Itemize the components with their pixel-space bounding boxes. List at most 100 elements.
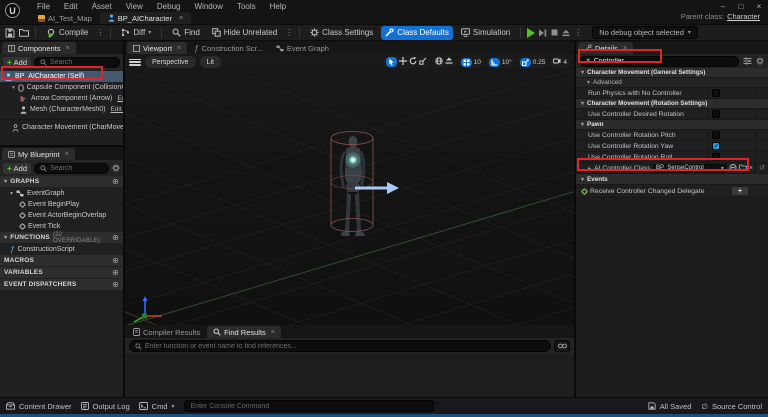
- lit-dropdown[interactable]: Lit: [200, 56, 221, 68]
- components-search-input[interactable]: [50, 59, 114, 66]
- console-command-input[interactable]: [184, 400, 434, 412]
- close-tab-icon[interactable]: ×: [177, 45, 181, 52]
- component-item-mesh[interactable]: Mesh (CharacterMesh0) Edit in C++: [0, 104, 123, 115]
- asset-tab-level-map[interactable]: AI_Test_Map: [30, 12, 100, 24]
- reset-to-default-icon[interactable]: ↺: [755, 163, 768, 173]
- section-char-movement-general[interactable]: ▾ Character Movement (General Settings): [576, 68, 768, 78]
- rotate-tool-icon[interactable]: [409, 57, 417, 67]
- add-graph-icon[interactable]: ⊕: [112, 177, 119, 186]
- details-settings-gear-icon[interactable]: [756, 57, 764, 65]
- component-item-char-movement[interactable]: Character Movement (CharMoveComp): [0, 122, 123, 133]
- frame-skip-icon[interactable]: [539, 29, 547, 37]
- scale-snap-control[interactable]: 0.25: [517, 56, 549, 68]
- menu-tools[interactable]: Tools: [230, 2, 263, 11]
- close-tab-icon[interactable]: ×: [271, 329, 275, 336]
- clear-search-icon[interactable]: ×: [586, 57, 591, 65]
- close-tab-icon[interactable]: ×: [66, 45, 70, 52]
- scale-tool-icon[interactable]: [419, 57, 427, 67]
- simulation-button[interactable]: Simulation: [457, 26, 514, 40]
- find-references-search[interactable]: [129, 340, 551, 352]
- menu-view[interactable]: View: [119, 2, 150, 11]
- play-options-icon[interactable]: ⋮: [574, 28, 582, 37]
- add-dispatcher-icon[interactable]: ⊕: [112, 280, 119, 289]
- diff-button[interactable]: Diff ▾: [117, 26, 155, 40]
- select-tool-icon[interactable]: [386, 57, 397, 67]
- view-options-icon[interactable]: [743, 57, 752, 65]
- asset-tab-blueprint[interactable]: BP_AICharacter ×: [100, 12, 191, 24]
- add-variable-icon[interactable]: ⊕: [112, 268, 119, 277]
- viewport-menu-icon[interactable]: [129, 58, 141, 67]
- component-item-capsule[interactable]: ▾ Capsule Component (CollisionCylinder): [0, 82, 123, 93]
- rotation-yaw-checkbox[interactable]: [712, 142, 720, 150]
- menu-edit[interactable]: Edit: [57, 2, 85, 11]
- event-actor-begin-overlap-item[interactable]: Event ActorBeginOverlap: [0, 210, 123, 221]
- event-graph-item[interactable]: ▾ EventGraph: [0, 188, 123, 199]
- compile-options-icon[interactable]: ⋮: [96, 28, 104, 37]
- cmd-dropdown[interactable]: Cmd ▾: [139, 402, 175, 411]
- tab-components[interactable]: Components ×: [2, 42, 76, 54]
- tab-details[interactable]: Details ×: [578, 42, 633, 54]
- close-tab-icon[interactable]: ×: [65, 151, 69, 158]
- tab-compiler-results[interactable]: Compiler Results: [127, 326, 206, 338]
- find-in-blueprints-button[interactable]: [554, 340, 570, 352]
- add-component-button[interactable]: + Add: [3, 57, 31, 68]
- add-blueprint-item-button[interactable]: + Add: [3, 163, 31, 174]
- tab-find-results[interactable]: Find Results ×: [207, 326, 281, 338]
- world-space-icon[interactable]: [435, 57, 443, 67]
- section-pawn[interactable]: ▾ Pawn: [576, 120, 768, 130]
- maximize-icon[interactable]: □: [732, 2, 750, 11]
- hide-unrelated-button[interactable]: Hide Unrelated: [208, 26, 281, 40]
- add-delegate-button[interactable]: +: [732, 187, 748, 195]
- viewport-3d-scene[interactable]: Perspective Lit: [125, 54, 574, 325]
- camera-speed-control[interactable]: 4: [550, 56, 570, 68]
- add-function-icon[interactable]: ⊕: [112, 233, 119, 242]
- find-references-input[interactable]: [145, 343, 545, 350]
- section-events[interactable]: ▾ Events: [576, 174, 768, 185]
- use-selected-asset-icon[interactable]: [729, 164, 737, 173]
- desired-rotation-checkbox[interactable]: [712, 110, 720, 118]
- graphs-section-header[interactable]: ▾ GRAPHS ⊕: [0, 176, 123, 187]
- close-tab-icon[interactable]: ×: [623, 45, 627, 52]
- tab-viewport[interactable]: Viewport ×: [127, 42, 187, 54]
- menu-help[interactable]: Help: [263, 2, 293, 11]
- debug-object-dropdown[interactable]: No debug object selected ▾: [592, 26, 698, 39]
- tab-event-graph[interactable]: Event Graph: [270, 42, 335, 54]
- tab-construction-script[interactable]: ƒ Construction Scr...: [188, 42, 269, 54]
- event-dispatchers-section-header[interactable]: EVENT DISPATCHERS ⊕: [0, 279, 123, 290]
- rotation-pitch-checkbox[interactable]: [712, 131, 720, 139]
- browse-asset-icon[interactable]: [19, 28, 29, 37]
- my-blueprint-search-input[interactable]: [50, 165, 103, 172]
- class-settings-button[interactable]: Class Settings: [306, 26, 377, 40]
- minimize-icon[interactable]: –: [714, 2, 732, 11]
- ai-controller-class-dropdown[interactable]: BP_SenseControl ▾: [653, 164, 727, 173]
- close-tab-icon[interactable]: ×: [179, 15, 183, 22]
- tab-my-blueprint[interactable]: My Blueprint ×: [2, 148, 75, 160]
- hide-unrelated-options-icon[interactable]: ⋮: [285, 28, 293, 37]
- rotation-snap-control[interactable]: 10°: [486, 56, 515, 68]
- perspective-dropdown[interactable]: Perspective: [145, 56, 196, 68]
- menu-asset[interactable]: Asset: [85, 2, 119, 11]
- section-char-movement-rotation[interactable]: ▾ Character Movement (Rotation Settings): [576, 99, 768, 109]
- details-search-input[interactable]: [594, 58, 733, 65]
- event-tick-item[interactable]: Event Tick: [0, 221, 123, 232]
- edit-in-cpp-link[interactable]: Edit in C++: [117, 95, 123, 102]
- stop-icon[interactable]: [551, 29, 558, 36]
- menu-debug[interactable]: Debug: [150, 2, 188, 11]
- close-icon[interactable]: ×: [750, 2, 768, 11]
- all-saved-indicator[interactable]: All Saved: [648, 402, 692, 411]
- source-control-button[interactable]: ∅ Source Control: [701, 402, 762, 411]
- details-search[interactable]: ×: [580, 56, 739, 67]
- construction-script-item[interactable]: ƒ ConstructionScript: [0, 244, 123, 255]
- browse-to-asset-icon[interactable]: [739, 164, 747, 173]
- compile-button[interactable]: Compile: [42, 26, 92, 40]
- menu-window[interactable]: Window: [187, 2, 229, 11]
- component-item-self[interactable]: BP_AICharacter (Self): [0, 71, 123, 82]
- components-search[interactable]: [34, 57, 120, 68]
- class-defaults-button[interactable]: Class Defaults: [381, 26, 453, 40]
- add-macro-icon[interactable]: ⊕: [112, 256, 119, 265]
- subsection-advanced[interactable]: ▾ Advanced: [576, 78, 768, 88]
- rotation-roll-checkbox[interactable]: [712, 153, 720, 161]
- grid-snap-control[interactable]: 10: [458, 56, 484, 68]
- find-button[interactable]: Find: [168, 26, 204, 40]
- eject-icon[interactable]: [562, 29, 570, 37]
